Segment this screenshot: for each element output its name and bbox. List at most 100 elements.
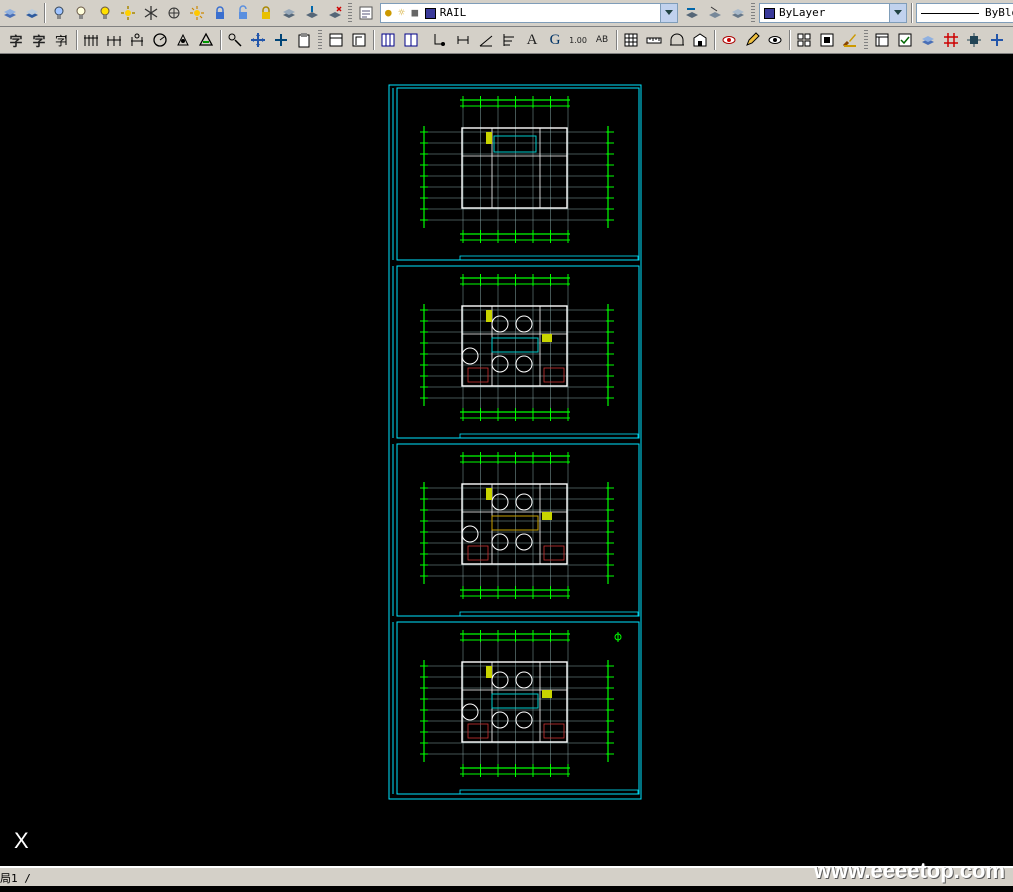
- move-icon[interactable]: [271, 30, 291, 50]
- color-combo[interactable]: ByLayer: [759, 3, 907, 23]
- layer-name: RAIL: [439, 6, 467, 19]
- layer-down-icon[interactable]: [279, 3, 299, 23]
- move-blue-icon[interactable]: [248, 30, 268, 50]
- eye-red-icon[interactable]: [719, 30, 739, 50]
- layer-properties-icon[interactable]: [356, 3, 376, 23]
- dim-value-icon[interactable]: 1.00: [566, 30, 590, 50]
- building-outline: [461, 305, 568, 387]
- clipboard-icon[interactable]: [294, 30, 314, 50]
- round-room: [461, 525, 479, 543]
- snowflake-icon[interactable]: [141, 3, 161, 23]
- move-arrows-icon[interactable]: [987, 30, 1007, 50]
- layer-color-swatch: [424, 7, 436, 19]
- hall-hatch: [491, 337, 539, 353]
- highlight-block: [486, 310, 492, 322]
- drawing-canvas[interactable]: X: [0, 58, 1013, 860]
- lightbulb-yellow-icon[interactable]: [95, 3, 115, 23]
- check-icon[interactable]: [895, 30, 915, 50]
- linetype-combo[interactable]: ByBlo: [916, 3, 1013, 23]
- layers-icon[interactable]: [918, 30, 938, 50]
- hall-hatch: [491, 693, 539, 709]
- layer-walk-icon[interactable]: [728, 3, 748, 23]
- lightbulb-on-icon[interactable]: [49, 3, 69, 23]
- layers-toolbar: ● ☼ ■ RAIL ByLayer ByBlo: [0, 0, 1013, 27]
- arch-icon[interactable]: [667, 30, 687, 50]
- highlight-block: [542, 334, 552, 342]
- text-a-icon[interactable]: A: [522, 30, 542, 50]
- text-style-icon[interactable]: 字: [6, 30, 26, 50]
- layer-state-icon[interactable]: [705, 3, 725, 23]
- column-round-icon[interactable]: [150, 30, 170, 50]
- table-edit-icon[interactable]: [401, 30, 421, 50]
- highlight-block: [542, 512, 552, 520]
- building-outline: [461, 127, 568, 209]
- unlock-icon[interactable]: [233, 3, 253, 23]
- properties-icon[interactable]: [872, 30, 892, 50]
- round-room: [515, 711, 533, 729]
- layout-tab[interactable]: 局1 /: [0, 870, 31, 886]
- table-icon[interactable]: [378, 30, 398, 50]
- snap-icon[interactable]: [964, 30, 984, 50]
- leader-icon[interactable]: [430, 30, 450, 50]
- dim-value-text: 1.00: [569, 35, 587, 45]
- furniture-block: [543, 545, 565, 561]
- lightbulb-layer-icon[interactable]: [72, 3, 92, 23]
- chevron-down-icon[interactable]: [889, 4, 906, 22]
- round-room: [491, 533, 509, 551]
- axis-dim-icon[interactable]: [104, 30, 124, 50]
- chevron-down-icon[interactable]: [660, 4, 677, 22]
- pencil-icon[interactable]: [742, 30, 762, 50]
- watermark: www.eeeetop.com: [813, 858, 1005, 883]
- sun-freeze-icon[interactable]: [118, 3, 138, 23]
- grid-view-icon[interactable]: [621, 30, 641, 50]
- sun-small-icon: ☼: [398, 6, 405, 19]
- highlight-block: [486, 666, 492, 678]
- text-g-icon[interactable]: G: [545, 30, 565, 50]
- round-room: [491, 711, 509, 729]
- ruler-icon[interactable]: [644, 30, 664, 50]
- round-room: [491, 315, 509, 333]
- mtext-icon[interactable]: 字: [52, 30, 72, 50]
- eye-icon[interactable]: [765, 30, 785, 50]
- brush-icon[interactable]: [840, 30, 860, 50]
- layer-previous-icon[interactable]: [682, 3, 702, 23]
- layer-combo[interactable]: ● ☼ ■ RAIL: [380, 3, 678, 23]
- lock-icon[interactable]: [210, 3, 230, 23]
- dim-baseline-icon[interactable]: [499, 30, 519, 50]
- layer-delete-icon[interactable]: [325, 3, 345, 23]
- text-char: 字: [32, 34, 46, 50]
- text-style-char: 字: [9, 34, 23, 50]
- round-room: [515, 533, 533, 551]
- round-room: [515, 671, 533, 689]
- building-outline: [461, 483, 568, 565]
- title-strip: [459, 611, 639, 617]
- layer-manager-icon[interactable]: [22, 3, 42, 23]
- stair-hatch: [493, 135, 537, 153]
- text-icon[interactable]: 字: [29, 30, 49, 50]
- wall-draw-icon[interactable]: [225, 30, 245, 50]
- window-icon[interactable]: [326, 30, 346, 50]
- highlight-block: [486, 132, 492, 144]
- snowflake-gear-icon[interactable]: [164, 3, 184, 23]
- building-icon[interactable]: [690, 30, 710, 50]
- lock-yellow-icon[interactable]: [256, 3, 276, 23]
- block-icon[interactable]: [794, 30, 814, 50]
- axis-number-icon[interactable]: [127, 30, 147, 50]
- frame-icon[interactable]: [817, 30, 837, 50]
- axis-grid-icon[interactable]: [81, 30, 101, 50]
- column-edit-icon[interactable]: [196, 30, 216, 50]
- hash-icon[interactable]: [941, 30, 961, 50]
- bulb-small-icon: ●: [385, 6, 392, 19]
- layer-merge-icon[interactable]: [302, 3, 322, 23]
- dim-linear-icon[interactable]: [453, 30, 473, 50]
- text-ab-icon[interactable]: AB: [592, 30, 612, 50]
- linetype-line: [921, 12, 979, 14]
- sun-thaw-icon[interactable]: [187, 3, 207, 23]
- layer-stack-icon[interactable]: [0, 3, 20, 23]
- lock-small-icon: ■: [411, 6, 419, 19]
- dim-angle-icon[interactable]: [476, 30, 496, 50]
- round-room: [461, 347, 479, 365]
- column-insert-icon[interactable]: [173, 30, 193, 50]
- furniture-block: [543, 723, 565, 739]
- door-icon[interactable]: [349, 30, 369, 50]
